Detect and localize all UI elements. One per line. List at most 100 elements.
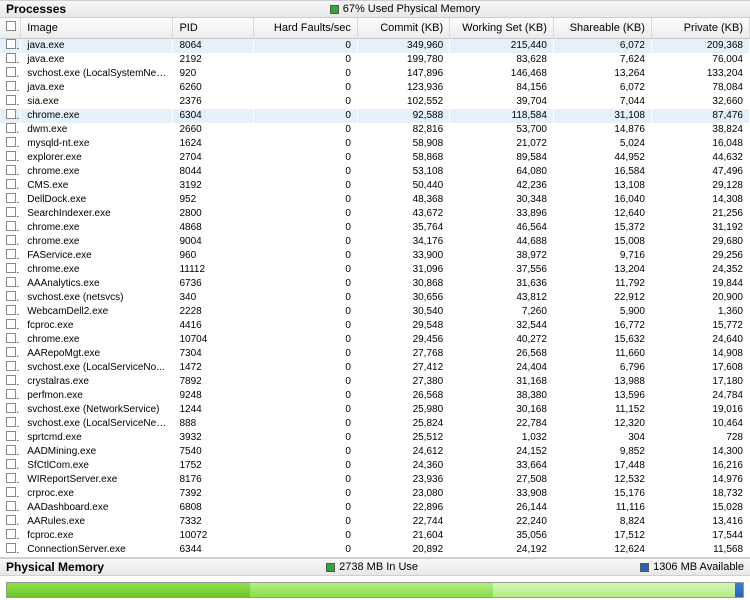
- checkbox-icon[interactable]: [6, 123, 16, 133]
- row-checkbox[interactable]: [0, 123, 21, 137]
- table-row[interactable]: AARepoMgt.exe7304027,76826,56811,66014,9…: [0, 347, 750, 361]
- checkbox-icon[interactable]: [6, 151, 16, 161]
- checkbox-icon[interactable]: [6, 333, 16, 343]
- table-row[interactable]: AAAnalytics.exe6736030,86831,63611,79219…: [0, 277, 750, 291]
- col-checkbox[interactable]: [0, 18, 21, 38]
- table-row[interactable]: chrome.exe8044053,10864,08016,58447,496: [0, 165, 750, 179]
- table-row[interactable]: dwm.exe2660082,81653,70014,87638,824: [0, 123, 750, 137]
- row-checkbox[interactable]: [0, 319, 21, 333]
- table-row[interactable]: svchost.exe (LocalServiceNo...1472027,41…: [0, 361, 750, 375]
- row-checkbox[interactable]: [0, 165, 21, 179]
- checkbox-icon[interactable]: [6, 389, 16, 399]
- checkbox-icon[interactable]: [6, 403, 16, 413]
- checkbox-icon[interactable]: [6, 487, 16, 497]
- row-checkbox[interactable]: [0, 151, 21, 165]
- row-checkbox[interactable]: [0, 459, 21, 473]
- row-checkbox[interactable]: [0, 403, 21, 417]
- row-checkbox[interactable]: [0, 53, 21, 67]
- table-row[interactable]: svchost.exe (LocalSystemNet...9200147,89…: [0, 67, 750, 81]
- table-row[interactable]: AADashboard.exe6808022,89626,14411,11615…: [0, 501, 750, 515]
- col-shareable[interactable]: Shareable (KB): [553, 18, 651, 38]
- row-checkbox[interactable]: [0, 81, 21, 95]
- row-checkbox[interactable]: [0, 193, 21, 207]
- row-checkbox[interactable]: [0, 487, 21, 501]
- table-row[interactable]: svchost.exe (NetworkService)1244025,9803…: [0, 403, 750, 417]
- col-pid[interactable]: PID: [173, 18, 254, 38]
- table-row[interactable]: chrome.exe10704029,45640,27215,63224,640: [0, 333, 750, 347]
- table-row[interactable]: WIReportServer.exe8176023,93627,50812,53…: [0, 473, 750, 487]
- checkbox-icon[interactable]: [6, 375, 16, 385]
- table-row[interactable]: crproc.exe7392023,08033,90815,17618,732: [0, 487, 750, 501]
- table-row[interactable]: WebcamDell2.exe2228030,5407,2605,9001,36…: [0, 305, 750, 319]
- table-row[interactable]: chrome.exe11112031,09637,55613,20424,352: [0, 263, 750, 277]
- process-table[interactable]: Image PID Hard Faults/sec Commit (KB) Wo…: [0, 18, 750, 558]
- table-row[interactable]: FAService.exe960033,90038,9729,71629,256: [0, 249, 750, 263]
- table-row[interactable]: AARules.exe7332022,74422,2408,82413,416: [0, 515, 750, 529]
- row-checkbox[interactable]: [0, 515, 21, 529]
- row-checkbox[interactable]: [0, 305, 21, 319]
- col-working-set[interactable]: Working Set (KB): [450, 18, 554, 38]
- checkbox-icon[interactable]: [6, 319, 16, 329]
- checkbox-icon[interactable]: [6, 361, 16, 371]
- table-row[interactable]: fcproc.exe10072021,60435,05617,51217,544: [0, 529, 750, 543]
- checkbox-icon[interactable]: [6, 179, 16, 189]
- row-checkbox[interactable]: [0, 291, 21, 305]
- table-row[interactable]: java.exe80640349,960215,4406,072209,368: [0, 38, 750, 53]
- checkbox-icon[interactable]: [6, 529, 16, 539]
- checkbox-icon[interactable]: [6, 137, 16, 147]
- row-checkbox[interactable]: [0, 179, 21, 193]
- table-row[interactable]: svchost.exe (LocalServiceNet...888025,82…: [0, 417, 750, 431]
- row-checkbox[interactable]: [0, 109, 21, 123]
- row-checkbox[interactable]: [0, 375, 21, 389]
- checkbox-icon[interactable]: [6, 193, 16, 203]
- row-checkbox[interactable]: [0, 235, 21, 249]
- checkbox-icon[interactable]: [6, 95, 16, 105]
- checkbox-icon[interactable]: [6, 417, 16, 427]
- col-private[interactable]: Private (KB): [651, 18, 749, 38]
- row-checkbox[interactable]: [0, 431, 21, 445]
- table-row[interactable]: java.exe62600123,93684,1566,07278,084: [0, 81, 750, 95]
- checkbox-icon[interactable]: [6, 109, 16, 119]
- row-checkbox[interactable]: [0, 95, 21, 109]
- col-image[interactable]: Image: [21, 18, 173, 38]
- checkbox-icon[interactable]: [6, 67, 16, 77]
- row-checkbox[interactable]: [0, 445, 21, 459]
- table-row[interactable]: explorer.exe2704058,86889,58444,95244,63…: [0, 151, 750, 165]
- checkbox-icon[interactable]: [6, 515, 16, 525]
- row-checkbox[interactable]: [0, 529, 21, 543]
- checkbox-icon[interactable]: [6, 53, 16, 63]
- row-checkbox[interactable]: [0, 417, 21, 431]
- row-checkbox[interactable]: [0, 38, 21, 53]
- row-checkbox[interactable]: [0, 473, 21, 487]
- checkbox-icon[interactable]: [6, 445, 16, 455]
- checkbox-icon[interactable]: [6, 249, 16, 259]
- checkbox-icon[interactable]: [6, 501, 16, 511]
- row-checkbox[interactable]: [0, 543, 21, 557]
- table-row[interactable]: AADMining.exe7540024,61224,1529,85214,30…: [0, 445, 750, 459]
- table-row[interactable]: SfCtlCom.exe1752024,36033,66417,44816,21…: [0, 459, 750, 473]
- row-checkbox[interactable]: [0, 137, 21, 151]
- checkbox-icon[interactable]: [6, 221, 16, 231]
- row-checkbox[interactable]: [0, 361, 21, 375]
- checkbox-icon[interactable]: [6, 305, 16, 315]
- checkbox-icon[interactable]: [6, 277, 16, 287]
- table-row[interactable]: svchost.exe (netsvcs)340030,65643,81222,…: [0, 291, 750, 305]
- table-row[interactable]: CMS.exe3192050,44042,23613,10829,128: [0, 179, 750, 193]
- table-row[interactable]: java.exe21920199,78083,6287,62476,004: [0, 53, 750, 67]
- col-commit[interactable]: Commit (KB): [357, 18, 449, 38]
- table-row[interactable]: chrome.exe4868035,76446,56415,37231,192: [0, 221, 750, 235]
- row-checkbox[interactable]: [0, 207, 21, 221]
- checkbox-icon[interactable]: [6, 165, 16, 175]
- header-checkbox-icon[interactable]: [6, 21, 16, 31]
- checkbox-icon[interactable]: [6, 473, 16, 483]
- row-checkbox[interactable]: [0, 333, 21, 347]
- table-row[interactable]: sia.exe23760102,55239,7047,04432,660: [0, 95, 750, 109]
- table-row[interactable]: crystalras.exe7892027,38031,16813,98817,…: [0, 375, 750, 389]
- table-row[interactable]: perfmon.exe9248026,56838,38013,59624,784: [0, 389, 750, 403]
- row-checkbox[interactable]: [0, 389, 21, 403]
- col-hard-faults[interactable]: Hard Faults/sec: [254, 18, 358, 38]
- table-row[interactable]: mysqld-nt.exe1624058,90821,0725,02416,04…: [0, 137, 750, 151]
- checkbox-icon[interactable]: [6, 431, 16, 441]
- checkbox-icon[interactable]: [6, 291, 16, 301]
- checkbox-icon[interactable]: [6, 459, 16, 469]
